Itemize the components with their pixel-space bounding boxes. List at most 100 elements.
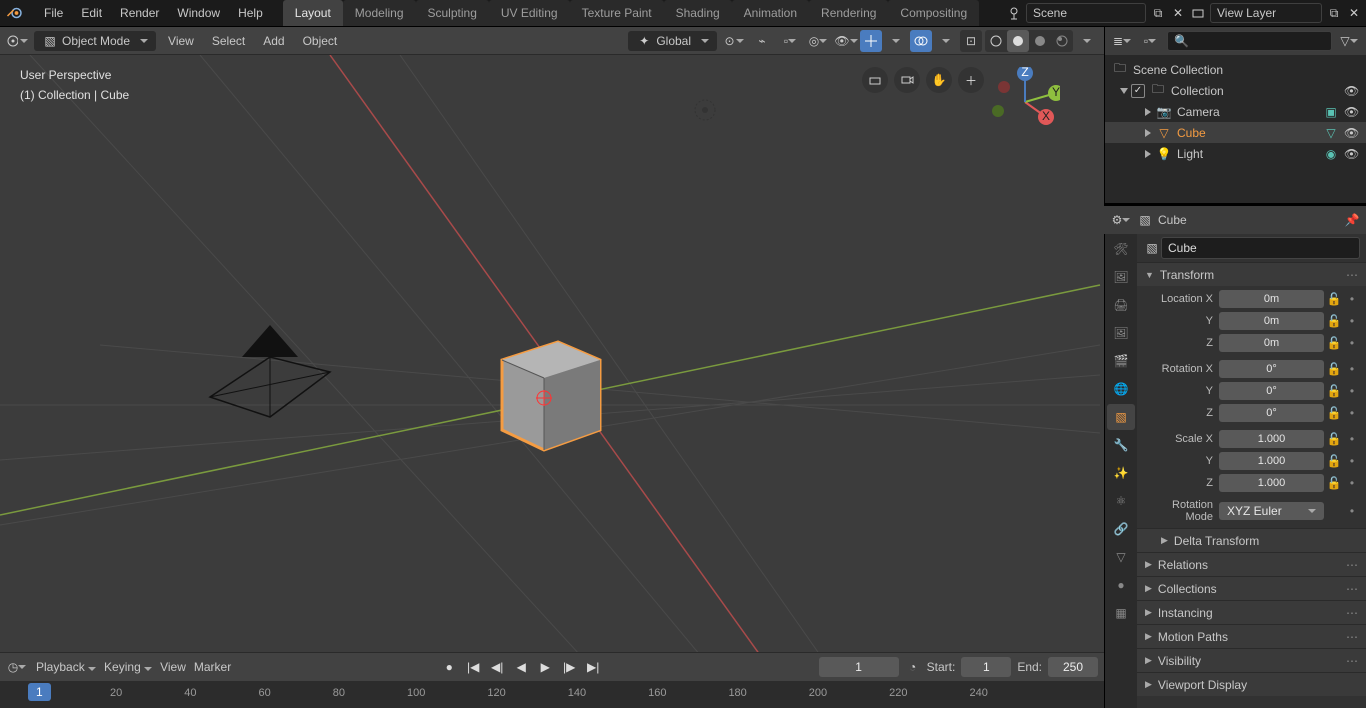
- timeline-keying-menu[interactable]: Keying: [104, 660, 152, 674]
- overlay-options-icon[interactable]: [935, 30, 957, 52]
- timeline-track[interactable]: 1 20 40 60 80 100 120 140 160 180 200 22…: [0, 681, 1104, 708]
- rotation-z-field[interactable]: 0°: [1219, 404, 1324, 422]
- jump-end-icon[interactable]: ▶|: [583, 657, 603, 677]
- end-frame-field[interactable]: 250: [1048, 657, 1098, 677]
- proptab-output[interactable]: 🖨: [1107, 292, 1135, 318]
- delete-scene-icon[interactable]: ✕: [1170, 5, 1186, 21]
- outliner-display-mode-icon[interactable]: ▫: [1139, 30, 1161, 52]
- menu-render[interactable]: Render: [112, 2, 167, 24]
- proptab-particles[interactable]: ✨: [1107, 460, 1135, 486]
- show-gizmo-icon[interactable]: [860, 30, 882, 52]
- shading-solid-icon[interactable]: [1007, 30, 1029, 52]
- scale-y-field[interactable]: 1.000: [1219, 452, 1324, 470]
- proptab-world[interactable]: 🌐: [1107, 376, 1135, 402]
- snap-options-icon[interactable]: ▫: [779, 30, 801, 52]
- viewlayer-browse-icon[interactable]: [1190, 5, 1206, 21]
- lock-icon[interactable]: 🔓: [1326, 362, 1342, 376]
- shading-options-icon[interactable]: [1076, 30, 1098, 52]
- panel-transform-header[interactable]: ▼Transform⋯: [1137, 262, 1366, 286]
- add-menu[interactable]: Add: [257, 32, 290, 50]
- lock-icon[interactable]: 🔓: [1326, 476, 1342, 490]
- shading-wireframe-icon[interactable]: [985, 30, 1007, 52]
- show-overlays-icon[interactable]: [910, 30, 932, 52]
- timeline-playback-menu[interactable]: Playback: [36, 660, 96, 674]
- new-viewlayer-icon[interactable]: ⧉: [1326, 5, 1342, 21]
- 3d-viewport[interactable]: User Perspective (1) Collection | Cube: [0, 55, 1104, 652]
- autokey-icon[interactable]: ●: [439, 657, 459, 677]
- select-menu[interactable]: Select: [206, 32, 251, 50]
- eye-icon[interactable]: 👁: [1344, 84, 1360, 98]
- blender-logo-icon[interactable]: [0, 4, 30, 22]
- jump-start-icon[interactable]: |◀: [463, 657, 483, 677]
- panel-instancing-header[interactable]: ▶Instancing⋯: [1137, 600, 1366, 624]
- proportional-edit-icon[interactable]: ◎: [807, 30, 829, 52]
- menu-file[interactable]: File: [36, 2, 71, 24]
- proptab-texture[interactable]: ▦: [1107, 600, 1135, 626]
- disclosure-triangle-icon[interactable]: [1145, 150, 1151, 158]
- tab-animation[interactable]: Animation: [732, 0, 809, 26]
- proptab-viewlayer[interactable]: 🖼: [1107, 320, 1135, 346]
- tab-uv-editing[interactable]: UV Editing: [489, 0, 570, 26]
- view-menu[interactable]: View: [162, 32, 200, 50]
- outliner-scene-collection[interactable]: 🗀 Scene Collection: [1105, 59, 1366, 80]
- collection-checkbox[interactable]: [1131, 84, 1145, 98]
- keyframe-next-icon[interactable]: |▶: [559, 657, 579, 677]
- tab-rendering[interactable]: Rendering: [809, 0, 888, 26]
- panel-motion-paths-header[interactable]: ▶Motion Paths⋯: [1137, 624, 1366, 648]
- pivot-point-icon[interactable]: ⊙: [723, 30, 745, 52]
- tab-modeling[interactable]: Modeling: [343, 0, 416, 26]
- visibility-toggles-icon[interactable]: 👁: [835, 30, 857, 52]
- outliner-item-camera[interactable]: 📷 Camera ▣ 👁: [1105, 101, 1366, 122]
- proptab-tool[interactable]: 🛠: [1107, 236, 1135, 262]
- rotation-mode-dropdown[interactable]: XYZ Euler: [1219, 502, 1324, 520]
- lock-icon[interactable]: 🔓: [1326, 292, 1342, 306]
- proptab-constraints[interactable]: 🔗: [1107, 516, 1135, 542]
- lock-icon[interactable]: 🔓: [1326, 314, 1342, 328]
- outliner-item-light[interactable]: 💡 Light ◉ 👁: [1105, 143, 1366, 164]
- zoom-plus-icon[interactable]: ＋: [958, 67, 984, 93]
- timeline-marker-menu[interactable]: Marker: [194, 660, 231, 674]
- new-scene-icon[interactable]: ⧉: [1150, 5, 1166, 21]
- shading-rendered-icon[interactable]: [1051, 30, 1073, 52]
- menu-edit[interactable]: Edit: [73, 2, 110, 24]
- proptab-object[interactable]: ▧: [1107, 404, 1135, 430]
- disclosure-triangle-icon[interactable]: [1145, 108, 1151, 116]
- camera-object[interactable]: [200, 317, 340, 427]
- panel-viewport-display-header[interactable]: ▶Viewport Display: [1137, 672, 1366, 696]
- eye-icon[interactable]: 👁: [1344, 105, 1360, 119]
- scale-x-field[interactable]: 1.000: [1219, 430, 1324, 448]
- lock-icon[interactable]: 🔓: [1326, 432, 1342, 446]
- proptab-material[interactable]: ●: [1107, 572, 1135, 598]
- proptab-mesh[interactable]: ▽: [1107, 544, 1135, 570]
- rotation-x-field[interactable]: 0°: [1219, 360, 1324, 378]
- location-z-field[interactable]: 0m: [1219, 334, 1324, 352]
- play-icon[interactable]: ▶: [535, 657, 555, 677]
- location-x-field[interactable]: 0m: [1219, 290, 1324, 308]
- eye-icon[interactable]: 👁: [1344, 147, 1360, 161]
- zoom-icon[interactable]: [862, 67, 888, 93]
- keyframe-prev-icon[interactable]: ◀|: [487, 657, 507, 677]
- object-name-field[interactable]: [1161, 237, 1360, 259]
- transform-orientation-dropdown[interactable]: ✦Global: [628, 31, 717, 51]
- shading-matprev-icon[interactable]: [1029, 30, 1051, 52]
- tab-texture-paint[interactable]: Texture Paint: [570, 0, 664, 26]
- pin-icon[interactable]: 📌: [1344, 212, 1360, 228]
- eye-icon[interactable]: 👁: [1344, 126, 1360, 140]
- interaction-mode-dropdown[interactable]: ▧Object Mode: [34, 31, 156, 51]
- outliner-search-input[interactable]: 🔍: [1167, 31, 1332, 51]
- gizmo-options-icon[interactable]: [885, 30, 907, 52]
- default-cube[interactable]: [490, 330, 610, 460]
- properties-editor-type-icon[interactable]: ⚙: [1110, 209, 1132, 231]
- panel-collections-header[interactable]: ▶Collections⋯: [1137, 576, 1366, 600]
- play-reverse-icon[interactable]: ◀: [511, 657, 531, 677]
- lock-icon[interactable]: 🔓: [1326, 336, 1342, 350]
- tab-layout[interactable]: Layout: [283, 0, 343, 26]
- tab-sculpting[interactable]: Sculpting: [416, 0, 489, 26]
- timeline-editor-type-icon[interactable]: ◷: [6, 656, 28, 678]
- lock-icon[interactable]: 🔓: [1326, 384, 1342, 398]
- proptab-modifiers[interactable]: 🔧: [1107, 432, 1135, 458]
- proptab-scene[interactable]: 🎬: [1107, 348, 1135, 374]
- viewlayer-name-field[interactable]: View Layer: [1210, 3, 1322, 23]
- navigation-gizmo[interactable]: X Y Z: [990, 67, 1060, 137]
- disclosure-triangle-icon[interactable]: [1120, 88, 1128, 94]
